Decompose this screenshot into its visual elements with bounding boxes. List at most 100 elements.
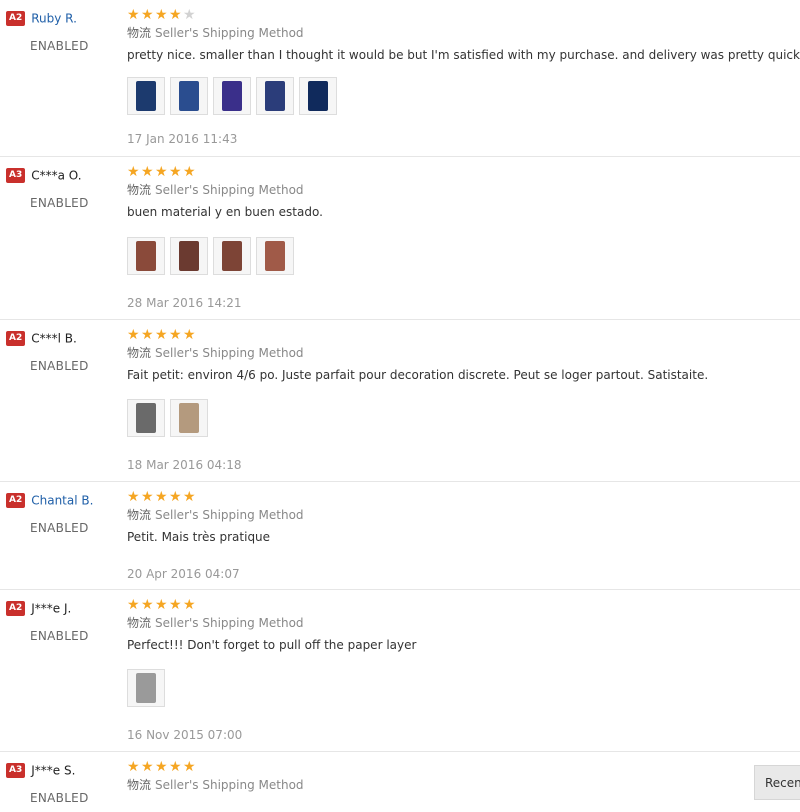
star-filled-icon: ★ [183,597,196,613]
reviewer-level-badge: A3 [6,168,26,183]
review-content: ★★★★★ 物流 Seller's Shipping Method Fait peti… [127,326,800,472]
photo-image [265,81,285,111]
star-filled-icon: ★ [141,164,154,180]
star-filled-icon: ★ [141,759,154,775]
shipping-label-cn: 物流 [127,616,152,630]
review-photos [127,399,213,439]
star-filled-icon: ★ [127,327,140,343]
star-filled-icon: ★ [155,759,168,775]
review-item: A3 J***e S. ENABLED ★★★★★ 物流 Seller's Shippin… [0,752,800,812]
photo-image [308,81,328,111]
review-photo-thumbnail[interactable] [256,237,294,275]
review-photo-thumbnail[interactable] [170,77,208,115]
star-filled-icon: ★ [141,327,154,343]
review-comment: Perfect!!! Don't forget to pull off the … [127,638,417,652]
reviewer-name: J***e J. [31,601,72,616]
review-photo-thumbnail[interactable] [127,237,165,275]
reviewer-name: J***e S. [31,763,76,778]
review-date: 28 Mar 2016 14:21 [127,296,242,310]
reviewer-status: ENABLED [30,521,89,535]
star-filled-icon: ★ [141,597,154,613]
star-rating: ★★★★★ [127,488,800,505]
review-photos [127,669,170,709]
review-content: ★★★★★ 物流 Seller's Shipping Method pretty ni… [127,6,800,146]
review-photo-thumbnail[interactable] [213,77,251,115]
star-empty-icon: ★ [183,7,196,23]
reviewer-info: A2 J***e J. ENABLED [6,598,116,643]
star-filled-icon: ★ [183,164,196,180]
shipping-method-text: Seller's Shipping Method [155,346,304,360]
review-comment: Fait petit: environ 4/6 po. Juste parfai… [127,368,709,382]
star-filled-icon: ★ [127,597,140,613]
review-item: A2 Ruby R. ENABLED ★★★★★ 物流 Seller's Shipping… [0,0,800,157]
reviewer-info: A2 C***l B. ENABLED [6,328,116,373]
reviewer-status: ENABLED [30,629,89,643]
review-date: 17 Jan 2016 11:43 [127,132,238,146]
reviewer-status: ENABLED [30,791,89,805]
review-item: A2 C***l B. ENABLED ★★★★★ 物流 Seller's Shippin… [0,320,800,482]
star-filled-icon: ★ [155,597,168,613]
review-photo-thumbnail[interactable] [127,77,165,115]
reviewer-name[interactable]: Ruby R. [31,12,77,26]
shipping-method-text: Seller's Shipping Method [155,508,304,522]
star-filled-icon: ★ [127,164,140,180]
shipping-method: 物流 Seller's Shipping Method [127,25,800,41]
shipping-method-text: Seller's Shipping Method [155,778,304,792]
shipping-label-cn: 物流 [127,26,152,40]
star-filled-icon: ★ [155,7,168,23]
photo-image [136,241,156,271]
reviewer-level-badge: A2 [6,11,26,26]
review-photo-thumbnail[interactable] [213,237,251,275]
review-photo-thumbnail[interactable] [299,77,337,115]
shipping-method-text: Seller's Shipping Method [155,26,304,40]
review-photo-thumbnail[interactable] [170,237,208,275]
star-rating: ★★★★★ [127,163,800,180]
star-rating: ★★★★★ [127,326,800,343]
review-photo-thumbnail[interactable] [256,77,294,115]
photo-image [222,241,242,271]
shipping-label-cn: 物流 [127,508,152,522]
reviewer-info: A3 J***e S. ENABLED [6,760,116,805]
star-filled-icon: ★ [169,164,182,180]
photo-image [136,673,156,703]
review-photos [127,77,342,117]
photo-image [179,241,199,271]
shipping-method: 物流 Seller's Shipping Method [127,182,800,198]
photo-image [265,241,285,271]
star-rating: ★★★★★ [127,6,800,23]
recent-sort-button[interactable]: Recen [754,765,800,800]
review-photo-thumbnail[interactable] [170,399,208,437]
reviewer-name[interactable]: Chantal B. [31,494,93,508]
star-filled-icon: ★ [155,327,168,343]
review-content: ★★★★★ 物流 Seller's Shipping Method [127,758,800,793]
photo-image [136,81,156,111]
star-filled-icon: ★ [169,597,182,613]
star-filled-icon: ★ [141,489,154,505]
star-filled-icon: ★ [169,7,182,23]
review-item: A3 C***a O. ENABLED ★★★★★ 物流 Seller's Shippin… [0,157,800,320]
shipping-label-cn: 物流 [127,346,152,360]
reviewer-status: ENABLED [30,196,89,210]
photo-image [179,403,199,433]
reviewer-info: A3 C***a O. ENABLED [6,165,116,210]
star-filled-icon: ★ [127,489,140,505]
review-content: ★★★★★ 物流 Seller's Shipping Method Petit. Ma… [127,488,800,581]
review-photo-thumbnail[interactable] [127,669,165,707]
star-filled-icon: ★ [127,759,140,775]
star-filled-icon: ★ [155,489,168,505]
star-rating: ★★★★★ [127,758,800,775]
shipping-method-text: Seller's Shipping Method [155,183,304,197]
review-photo-thumbnail[interactable] [127,399,165,437]
review-item: A2 J***e J. ENABLED ★★★★★ 物流 Seller's Shippin… [0,590,800,752]
reviewer-level-badge: A3 [6,763,26,778]
review-comment: buen material y en buen estado. [127,205,323,219]
reviewer-status: ENABLED [30,39,89,53]
shipping-method: 物流 Seller's Shipping Method [127,507,800,523]
review-date: 18 Mar 2016 04:18 [127,458,242,472]
star-filled-icon: ★ [127,7,140,23]
star-filled-icon: ★ [169,327,182,343]
star-filled-icon: ★ [183,327,196,343]
review-comment: pretty nice. smaller than I thought it w… [127,48,800,62]
star-filled-icon: ★ [183,489,196,505]
shipping-method: 物流 Seller's Shipping Method [127,345,800,361]
